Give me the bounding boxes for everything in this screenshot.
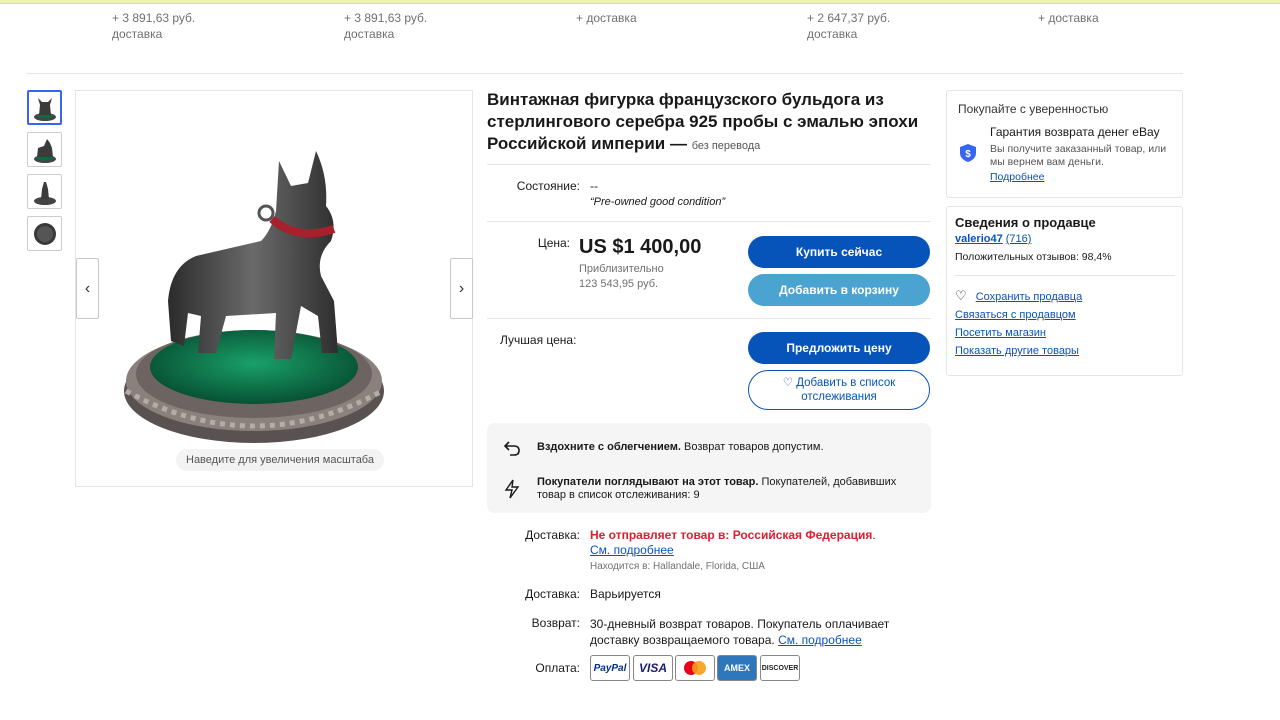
top-highlight-line — [0, 0, 1280, 4]
prev-image-button[interactable]: ‹ — [76, 258, 99, 319]
related-items-strip: + 3 891,63 руб. доставка + 3 891,63 руб. д… — [0, 10, 1280, 50]
zoom-hint: Наведите для увеличения масштаба — [176, 449, 384, 471]
bulldog-figurine-image — [124, 151, 384, 443]
other-items-link[interactable]: Показать другие товары — [955, 345, 1079, 357]
make-offer-button[interactable]: Предложить цену — [748, 332, 930, 364]
related-item-price: + 3 891,63 руб. доставка — [344, 11, 428, 41]
thumbnail-4[interactable] — [27, 216, 62, 251]
separator — [955, 275, 1175, 276]
visit-store-link[interactable]: Посетить магазин — [955, 327, 1046, 339]
heart-icon: ♡ — [955, 288, 967, 303]
listing-title: Винтажная фигурка французского бульдога … — [487, 90, 919, 153]
thumbnail-1[interactable] — [27, 90, 62, 125]
related-item-price: + 2 647,37 руб. доставка — [807, 11, 891, 41]
confidence-title: Покупайте с уверенностью — [958, 102, 1109, 116]
price-label: Цена: — [537, 236, 570, 250]
approx-value: 123 543,95 руб. — [579, 278, 659, 290]
shield-dollar-icon: $ — [960, 144, 976, 162]
buy-now-button[interactable]: Купить сейчас — [748, 236, 930, 268]
lightning-icon — [504, 479, 520, 499]
shipping-varies: Варьируется — [590, 587, 661, 601]
separator — [487, 164, 931, 165]
best-offer-label: Лучшая цена: — [500, 333, 577, 347]
seller-info-title: Сведения о продавце — [955, 215, 1096, 230]
highlights-box: Вздохните с облегчением. Возврат товаров… — [487, 423, 931, 513]
next-image-button[interactable]: › — [450, 258, 473, 319]
watchers-highlight: Покупатели поглядывают на этот товар. По… — [537, 476, 897, 501]
item-location: Находится в: Hallandale, Florida, США — [590, 561, 765, 572]
section-divider — [26, 73, 1183, 74]
related-item-price: + 3 891,63 руб. доставка — [112, 11, 196, 41]
shipping-warning: Не отправляет товар в: Российская Федера… — [590, 528, 876, 557]
return-highlight: Вздохните с облегчением. Возврат товаров… — [537, 441, 824, 453]
contact-seller-link[interactable]: Связаться с продавцом — [955, 309, 1076, 321]
approx-label: Приблизительно — [579, 263, 664, 275]
save-seller-row[interactable]: ♡ Сохранить продавца — [955, 288, 1082, 304]
bulldog-thumb-icon — [33, 181, 56, 205]
svg-text:$: $ — [965, 149, 971, 160]
seller-name-row: valerio47 (716) — [955, 233, 1031, 245]
condition-label: Состояние: — [516, 179, 580, 193]
add-to-cart-button[interactable]: Добавить в корзину — [748, 274, 930, 306]
amex-icon: AMEX — [717, 655, 757, 681]
seller-info-panel: Сведения о продавце valerio47 (716) Поло… — [946, 206, 1183, 376]
returns-text: 30-дневный возврат товаров. Покупатель о… — [590, 617, 890, 647]
main-product-image[interactable] — [75, 90, 473, 487]
guarantee-more-link[interactable]: Подробнее — [990, 171, 1044, 184]
watchlist-button[interactable]: ♡ Добавить в список отслеживания — [748, 370, 930, 410]
bulldog-base-thumb-icon — [33, 222, 56, 245]
heart-icon: ♡ — [782, 377, 794, 389]
bulldog-thumb-icon — [33, 97, 56, 121]
no-translation-note: без перевода — [691, 140, 761, 152]
return-arrow-icon — [503, 441, 520, 456]
visa-icon: VISA — [633, 655, 673, 681]
paypal-icon: PayPal — [590, 655, 630, 681]
buy-with-confidence-panel: Покупайте с уверенностью $ Гарантия возв… — [946, 90, 1183, 198]
guarantee-title: Гарантия возврата денег eBay — [990, 125, 1160, 139]
thumbnail-2[interactable] — [27, 132, 62, 167]
separator — [487, 221, 931, 222]
payments-label: Оплата: — [535, 661, 580, 675]
condition-note: “Pre-owned good condition” — [590, 196, 726, 208]
bulldog-thumb-icon — [33, 138, 56, 163]
related-item-price: + доставка — [576, 11, 637, 25]
seller-score-link[interactable]: (716) — [1006, 233, 1032, 245]
returns-label: Возврат: — [531, 616, 580, 630]
price-value: US $1 400,00 — [579, 236, 702, 258]
discover-icon: DISCOVER — [760, 655, 800, 681]
guarantee-text: Вы получите заказанный товар, или мы вер… — [990, 143, 1167, 168]
seller-name-link[interactable]: valerio47 — [955, 233, 1003, 245]
thumbnail-3[interactable] — [27, 174, 62, 209]
shipping-label-2: Доставка: — [525, 587, 580, 601]
returns-more-link[interactable]: См. подробнее — [778, 633, 862, 647]
mastercard-icon — [675, 655, 715, 681]
seller-feedback: Положительных отзывов: 98,4% — [955, 251, 1112, 263]
condition-value: -- — [590, 179, 598, 193]
separator — [487, 318, 931, 319]
shipping-more-link[interactable]: См. подробнее — [590, 543, 674, 557]
related-item-price: + доставка — [1038, 11, 1099, 25]
shipping-label: Доставка: — [525, 528, 580, 542]
save-seller-link[interactable]: Сохранить продавца — [976, 291, 1082, 303]
